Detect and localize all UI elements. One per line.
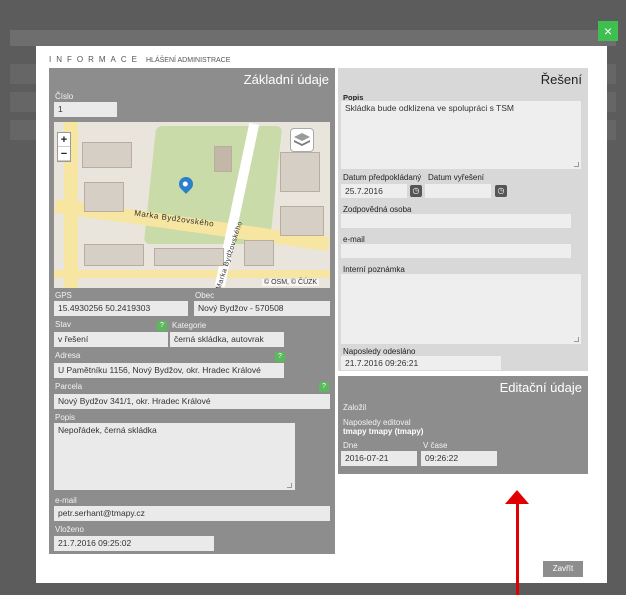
resize-handle-icon[interactable] — [287, 483, 292, 488]
map-building — [154, 248, 224, 266]
popis-label: Popis — [55, 413, 76, 422]
zalozil-label: Založil — [343, 403, 367, 412]
layers-icon — [294, 133, 310, 146]
parcela-label: Parcela — [55, 382, 83, 391]
map-building — [244, 240, 274, 266]
adresa-label: Adresa — [55, 351, 81, 360]
location-map[interactable]: Marka Bydžovského Marka Bydžovského — [54, 122, 330, 288]
zoom-in-button[interactable]: + — [58, 133, 70, 147]
naposledy-odeslano-label: Naposledy odesláno — [343, 347, 416, 356]
map-building — [280, 206, 324, 236]
gps-field[interactable]: 15.4930256 50.2419303 — [54, 301, 188, 316]
adresa-help-icon[interactable]: ? — [275, 352, 285, 362]
edit-info-heading: Editační údaje — [499, 380, 582, 395]
map-building — [84, 182, 124, 212]
cas-label: V čase — [423, 441, 448, 450]
clock-icon[interactable]: ◷ — [495, 185, 507, 197]
kategorie-field[interactable]: černá skládka, autovrak — [170, 332, 284, 347]
stav-help-icon[interactable]: ? — [157, 321, 167, 331]
obec-label: Obec — [195, 291, 215, 300]
vlozeno-field[interactable]: 21.7.2016 09:25:02 — [54, 536, 214, 551]
map-building — [84, 244, 144, 266]
zodpovedna-osoba-label: Zodpovědná osoba — [343, 205, 412, 214]
resize-handle-icon[interactable] — [574, 337, 579, 342]
popis-textarea[interactable]: Nepořádek, černá skládka — [54, 423, 295, 490]
reseni-popis-textarea[interactable]: Skládka bude odklizena ve spolupráci s T… — [341, 101, 581, 169]
naposledy-editoval-value: tmapy tmapy (tmapy) — [343, 427, 424, 436]
modal-title: INFORMACE HLÁŠENÍ ADMINISTRACE — [49, 55, 230, 64]
parcela-help-icon[interactable]: ? — [319, 382, 329, 392]
map-building — [82, 142, 132, 168]
cislo-field[interactable]: 1 — [54, 102, 117, 117]
datum-vyreseni-field[interactable] — [425, 184, 491, 198]
annotation-arrow — [516, 500, 519, 595]
map-road — [54, 270, 330, 278]
map-zoom-control: + − — [57, 132, 71, 162]
clock-icon[interactable]: ◷ — [410, 185, 422, 197]
close-button[interactable]: Zavřít — [543, 561, 583, 577]
modal-subtitle: HLÁŠENÍ ADMINISTRACE — [146, 57, 231, 64]
kategorie-label: Kategorie — [172, 321, 207, 330]
datum-predpokladany-label: Datum předpokládaný — [343, 173, 422, 182]
modal-title-text: INFORMACE — [49, 55, 142, 64]
resize-handle-icon[interactable] — [574, 162, 579, 167]
email-field[interactable]: petr.serhant@tmapy.cz — [54, 506, 330, 521]
dne-label: Dne — [343, 441, 358, 450]
reseni-email-label: e-mail — [343, 235, 365, 244]
map-layers-button[interactable] — [290, 128, 314, 152]
stav-field[interactable]: v řešení — [54, 332, 168, 347]
datum-vyreseni-label: Datum vyřešení — [428, 173, 485, 182]
parcela-field[interactable]: Nový Bydžov 341/1, okr. Hradec Králové — [54, 394, 330, 409]
zodpovedna-osoba-field[interactable] — [341, 214, 571, 228]
close-icon[interactable]: × — [598, 21, 618, 41]
naposledy-editoval-label: Naposledy editoval — [343, 418, 411, 427]
dne-field[interactable]: 2016-07-21 — [341, 451, 417, 466]
gps-label: GPS — [55, 291, 72, 300]
reseni-email-field[interactable] — [341, 244, 571, 258]
email-label: e-mail — [55, 496, 77, 505]
interni-poznamka-textarea[interactable] — [341, 274, 581, 344]
obec-field[interactable]: Nový Bydžov - 570508 — [194, 301, 330, 316]
map-building — [280, 152, 320, 192]
interni-poznamka-label: Interní poznámka — [343, 265, 405, 274]
stav-label: Stav — [55, 320, 72, 329]
annotation-arrow-head-icon — [505, 490, 529, 504]
map-building — [214, 146, 232, 172]
datum-predpokladany-field[interactable]: 25.7.2016 — [341, 184, 407, 198]
cislo-label: Číslo — [55, 92, 74, 101]
basic-info-heading: Základní údaje — [243, 72, 329, 87]
background-table-header — [10, 30, 616, 46]
adresa-field[interactable]: U Pamětníku 1156, Nový Bydžov, okr. Hrad… — [54, 363, 284, 378]
cas-field[interactable]: 09:26:22 — [421, 451, 497, 466]
naposledy-odeslano-field[interactable]: 21.7.2016 09:26:21 — [341, 356, 501, 370]
vlozeno-label: Vloženo — [55, 525, 84, 534]
zoom-out-button[interactable]: − — [58, 147, 70, 161]
map-attribution: © OSM, © ČÚZK — [262, 279, 320, 286]
reseni-heading: Řešení — [540, 72, 582, 87]
